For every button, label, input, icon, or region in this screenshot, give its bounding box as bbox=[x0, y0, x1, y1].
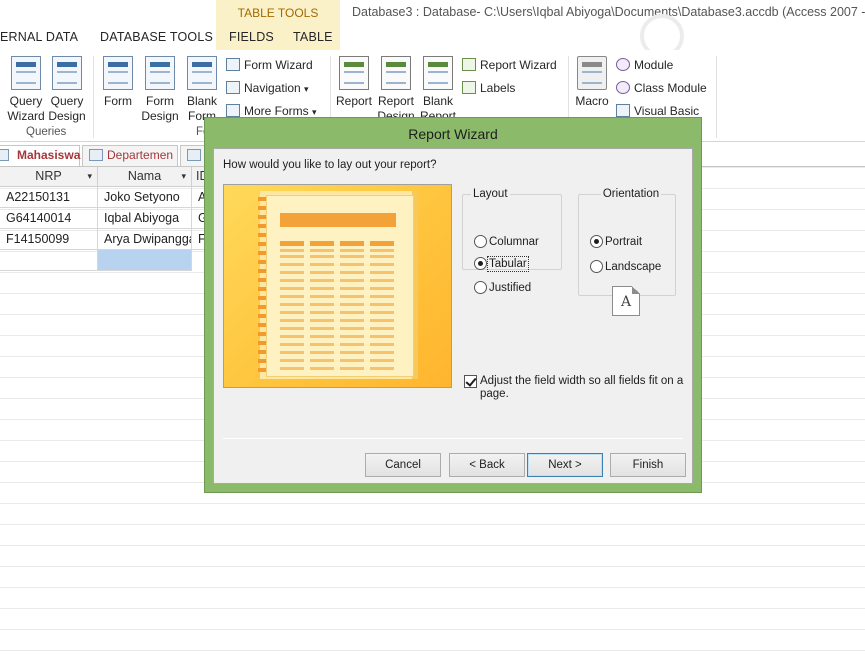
preview-column bbox=[370, 241, 394, 375]
portrait-page-icon: A bbox=[612, 286, 640, 316]
table-cell[interactable]: Iqbal Abiyoga bbox=[98, 208, 192, 229]
window-title: Database3 : Database- C:\Users\Iqbal Abi… bbox=[352, 5, 865, 19]
navigation-button[interactable]: Navigation ▾ bbox=[226, 80, 309, 98]
blank-form-icon bbox=[187, 56, 217, 90]
visual-basic-icon bbox=[616, 104, 630, 117]
form-design-button[interactable]: Form Design bbox=[140, 56, 180, 124]
table-icon bbox=[89, 149, 103, 161]
query-design-button[interactable]: Query Design bbox=[46, 56, 88, 124]
preview-title-bar bbox=[280, 213, 396, 227]
fit-fields-label: Adjust the field width so all fields fit… bbox=[480, 375, 684, 400]
dialog-divider bbox=[223, 438, 683, 439]
form-design-icon bbox=[145, 56, 175, 90]
table-icon bbox=[187, 149, 201, 161]
tab-database-tools[interactable]: DATABASE TOOLS bbox=[100, 30, 213, 44]
preview-column bbox=[340, 241, 364, 375]
radio-justified[interactable]: Justified bbox=[474, 280, 531, 298]
radio-justified-indicator bbox=[474, 281, 487, 294]
report-icon bbox=[339, 56, 369, 90]
back-button[interactable]: < Back bbox=[449, 453, 525, 477]
ribbon-separator bbox=[716, 56, 717, 138]
preview-column bbox=[310, 241, 334, 375]
form-icon bbox=[103, 56, 133, 90]
report-design-button[interactable]: Report Design bbox=[376, 56, 416, 124]
more-forms-dropdown-icon: ▾ bbox=[312, 107, 317, 117]
blank-form-button[interactable]: Blank Form bbox=[184, 56, 220, 124]
table-cell[interactable]: G64140014 bbox=[0, 208, 98, 229]
navigation-dropdown-icon: ▾ bbox=[304, 84, 309, 94]
more-forms-icon bbox=[226, 104, 240, 117]
sort-dropdown-icon[interactable]: ▾ bbox=[181, 167, 186, 186]
report-wizard-button[interactable]: Report Wizard bbox=[462, 57, 557, 75]
form-wizard-button[interactable]: Form Wizard bbox=[226, 57, 313, 75]
ribbon-separator bbox=[93, 56, 94, 138]
column-header-nrp[interactable]: NRP ▾ bbox=[0, 167, 98, 187]
object-tab-mahasiswa[interactable]: Mahasiswa bbox=[0, 145, 80, 166]
access-window: TABLE TOOLS Database3 : Database- C:\Use… bbox=[0, 0, 865, 671]
radio-landscape[interactable]: Landscape bbox=[590, 259, 661, 277]
navigation-icon bbox=[226, 81, 240, 94]
radio-tabular-indicator bbox=[474, 257, 487, 270]
cancel-button[interactable]: Cancel bbox=[365, 453, 441, 477]
table-cell[interactable]: Arya Dwipangga bbox=[98, 229, 192, 250]
radio-tabular[interactable]: Tabular bbox=[474, 256, 529, 274]
query-wizard-icon bbox=[11, 56, 41, 90]
preview-column bbox=[280, 241, 304, 375]
report-button[interactable]: Report bbox=[335, 56, 373, 109]
orientation-legend: Orientation bbox=[602, 188, 660, 200]
radio-columnar-indicator bbox=[474, 235, 487, 248]
fit-fields-checkbox-box[interactable] bbox=[464, 375, 477, 388]
radio-columnar[interactable]: Columnar bbox=[474, 234, 539, 252]
labels-icon bbox=[462, 81, 476, 94]
labels-button[interactable]: Labels bbox=[462, 80, 515, 98]
tab-external-data[interactable]: ERNAL DATA bbox=[0, 30, 78, 44]
module-button[interactable]: Module bbox=[616, 57, 673, 75]
radio-landscape-indicator bbox=[590, 260, 603, 273]
macro-button[interactable]: Macro bbox=[574, 56, 610, 109]
table-cell[interactable]: Joko Setyono bbox=[98, 187, 192, 208]
next-button[interactable]: Next > bbox=[527, 453, 603, 477]
blank-report-icon bbox=[423, 56, 453, 90]
finish-button[interactable]: Finish bbox=[610, 453, 686, 477]
report-wizard-icon bbox=[462, 58, 476, 71]
title-bar: TABLE TOOLS Database3 : Database- C:\Use… bbox=[0, 0, 865, 58]
macro-icon bbox=[577, 56, 607, 90]
class-module-icon bbox=[616, 81, 630, 94]
form-button[interactable]: Form bbox=[100, 56, 136, 109]
class-module-button[interactable]: Class Module bbox=[616, 80, 707, 98]
tab-fields[interactable]: FIELDS bbox=[229, 30, 274, 44]
column-header-nama[interactable]: Nama ▾ bbox=[98, 167, 192, 187]
table-icon bbox=[0, 149, 9, 161]
table-tools-label: TABLE TOOLS bbox=[237, 6, 319, 20]
module-icon bbox=[616, 58, 630, 71]
dialog-title: Report Wizard bbox=[408, 126, 498, 142]
layout-question: How would you like to lay out your repor… bbox=[223, 159, 437, 171]
sort-dropdown-icon[interactable]: ▾ bbox=[87, 167, 92, 186]
new-record-cell-selected[interactable] bbox=[98, 250, 192, 271]
object-tab-departemen[interactable]: Departemen bbox=[82, 145, 178, 166]
query-wizard-button[interactable]: Query Wizard bbox=[4, 56, 48, 124]
report-wizard-dialog: Report Wizard How would you like to lay … bbox=[204, 117, 702, 493]
layout-legend: Layout bbox=[473, 188, 508, 200]
report-design-icon bbox=[381, 56, 411, 90]
query-design-icon bbox=[52, 56, 82, 90]
table-cell[interactable]: A22150131 bbox=[0, 187, 98, 208]
preview-binder-rings bbox=[258, 197, 266, 373]
fit-fields-checkbox[interactable]: Adjust the field width so all fields fit… bbox=[464, 375, 684, 401]
form-wizard-icon bbox=[226, 58, 240, 71]
radio-portrait-indicator bbox=[590, 235, 603, 248]
layout-preview-image bbox=[223, 184, 452, 388]
new-record-cell[interactable] bbox=[0, 250, 98, 271]
tab-table[interactable]: TABLE bbox=[293, 30, 333, 44]
table-cell[interactable]: F14150099 bbox=[0, 229, 98, 250]
radio-portrait[interactable]: Portrait bbox=[590, 234, 642, 252]
dialog-body: How would you like to lay out your repor… bbox=[213, 148, 693, 484]
queries-group-label: Queries bbox=[26, 126, 67, 138]
blank-report-button[interactable]: Blank Report bbox=[418, 56, 458, 124]
